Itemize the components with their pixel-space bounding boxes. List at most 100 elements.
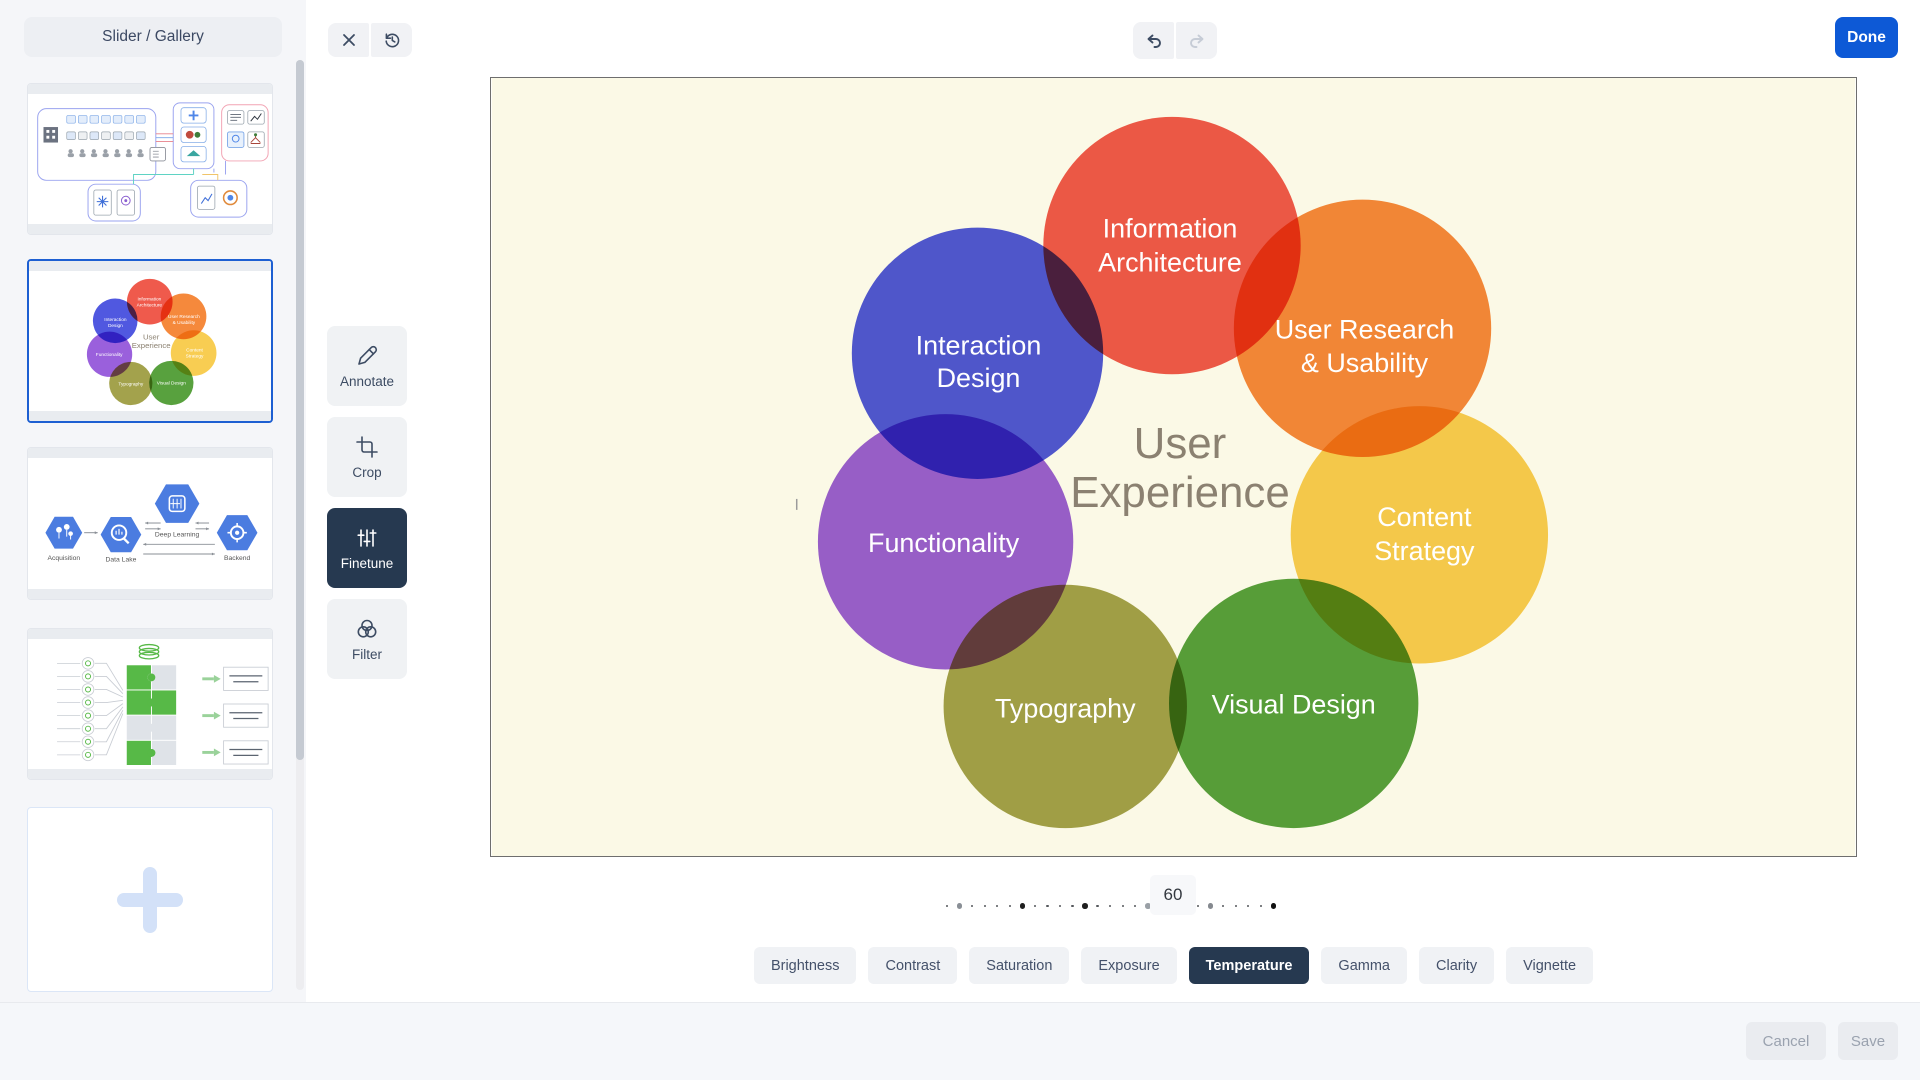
svg-text:User: User	[143, 332, 160, 341]
slider-tick	[996, 905, 998, 907]
slider-tick	[984, 905, 986, 907]
letterbox-strip	[28, 84, 272, 94]
slider-tick	[1096, 905, 1098, 907]
svg-text:Interaction: Interaction	[916, 330, 1042, 360]
finetune-option-brightness[interactable]: Brightness	[754, 947, 857, 984]
svg-text:Visual Design: Visual Design	[1212, 689, 1376, 719]
svg-text:Data Lake: Data Lake	[106, 557, 137, 564]
slider-tick	[1134, 905, 1136, 907]
thumbnail-architecture-diagram[interactable]	[27, 83, 273, 235]
slider-tick	[1020, 903, 1026, 909]
redo-icon	[1187, 31, 1207, 51]
slider-tick	[1046, 905, 1048, 907]
svg-text:Content: Content	[1377, 502, 1472, 532]
sidebar-scrollbar[interactable]	[296, 60, 304, 990]
svg-text:Design: Design	[108, 323, 123, 329]
slider-tick	[1109, 905, 1111, 907]
plus-icon	[117, 867, 183, 933]
svg-text:Functionality: Functionality	[96, 352, 123, 358]
svg-text:& Usability: & Usability	[1301, 348, 1429, 378]
svg-text:Typography: Typography	[995, 693, 1136, 723]
edited-image-canvas: Information Architecture User Research & Us…	[490, 77, 1857, 857]
finetune-options: Brightness Contrast Saturation Exposure Temp…	[490, 947, 1857, 984]
hexagon-flow-preview: Acquisition Data Lake Deep Learning Backend	[28, 458, 272, 589]
svg-text:Deep Learning: Deep Learning	[155, 532, 200, 539]
tool-filter-button[interactable]: Filter	[327, 599, 407, 679]
letterbox-strip	[28, 448, 272, 458]
done-button[interactable]: Done	[1835, 17, 1898, 58]
svg-text:User: User	[1134, 419, 1227, 468]
save-button[interactable]: Save	[1838, 1022, 1898, 1060]
tool-finetune-button[interactable]: Finetune	[327, 508, 407, 588]
svg-text:Interaction: Interaction	[104, 317, 127, 323]
puzzle-diagram-preview	[28, 639, 272, 769]
thumbnail-add-slide[interactable]	[27, 807, 273, 992]
letterbox-strip	[28, 629, 272, 639]
slider-tick	[1034, 905, 1036, 907]
thumbnail-ux-venn-diagram[interactable]: InformationArchitectureUser Research& Us…	[27, 259, 273, 423]
svg-text:Acquisition: Acquisition	[47, 555, 80, 562]
sliders-icon	[355, 526, 379, 550]
redo-button[interactable]	[1176, 22, 1217, 59]
finetune-option-vignette[interactable]: Vignette	[1506, 947, 1593, 984]
svg-text:Architecture: Architecture	[1098, 248, 1242, 278]
close-button[interactable]	[328, 23, 369, 57]
slider-tick	[957, 903, 963, 909]
slider-tick	[1222, 905, 1224, 907]
sidebar-title: Slider / Gallery	[24, 17, 282, 57]
letterbox-strip	[28, 224, 272, 234]
pencil-icon	[355, 344, 379, 368]
slider-tick	[1235, 905, 1237, 907]
finetune-option-contrast[interactable]: Contrast	[868, 947, 957, 984]
svg-text:& Usability: & Usability	[173, 320, 196, 326]
history-icon	[383, 31, 401, 49]
letterbox-strip	[29, 261, 271, 271]
slider-tick	[1208, 903, 1214, 909]
add-slide-area	[28, 808, 272, 991]
architecture-diagram-preview	[28, 94, 272, 224]
slider-tick	[1059, 905, 1061, 907]
tool-label: Annotate	[340, 374, 394, 389]
tool-crop-button[interactable]: Crop	[327, 417, 407, 497]
finetune-option-gamma[interactable]: Gamma	[1321, 947, 1407, 984]
slider-tick	[1082, 903, 1088, 909]
tool-annotate-button[interactable]: Annotate	[327, 326, 407, 406]
thumbnail-puzzle-diagram[interactable]	[27, 628, 273, 780]
filter-circles-icon	[355, 617, 379, 641]
undo-button[interactable]	[1133, 22, 1174, 59]
tool-label: Crop	[352, 465, 381, 480]
finetune-option-temperature[interactable]: Temperature	[1189, 947, 1310, 984]
finetune-option-clarity[interactable]: Clarity	[1419, 947, 1494, 984]
letterbox-strip	[28, 589, 272, 599]
undo-icon	[1144, 31, 1164, 51]
close-icon	[341, 32, 357, 48]
image-editor: Slider / Gallery Information Architecture…	[0, 0, 1920, 1080]
svg-text:Visual Design: Visual Design	[157, 381, 186, 387]
slider-tick	[946, 905, 948, 907]
scrollbar-thumb[interactable]	[296, 60, 304, 760]
svg-text:Information: Information	[137, 296, 161, 302]
slider-tick	[1247, 905, 1249, 907]
ux-venn-diagram-image: Information Architecture User Research & Us…	[491, 78, 1856, 856]
slider-tick	[1197, 905, 1199, 907]
svg-text:Strategy: Strategy	[186, 353, 204, 359]
ux-venn-diagram-preview: InformationArchitectureUser Research& Us…	[29, 271, 271, 411]
svg-text:Strategy: Strategy	[1374, 536, 1475, 566]
svg-text:Backend: Backend	[224, 555, 251, 562]
letterbox-strip	[29, 411, 271, 421]
slider-value: 60	[1150, 875, 1196, 915]
slider-tick	[1271, 903, 1277, 909]
tool-label: Finetune	[341, 556, 394, 571]
reset-history-button[interactable]	[371, 23, 412, 57]
slider-tick	[1009, 905, 1011, 907]
slider-tick	[1122, 905, 1124, 907]
svg-text:Information: Information	[1103, 214, 1238, 244]
finetune-option-saturation[interactable]: Saturation	[969, 947, 1069, 984]
finetune-option-exposure[interactable]: Exposure	[1081, 947, 1176, 984]
svg-text:User Research: User Research	[1275, 314, 1455, 344]
thumbnail-hexagon-flow[interactable]: Acquisition Data Lake Deep Learning Backend	[27, 447, 273, 600]
temperature-slider[interactable]: 60	[930, 870, 1300, 922]
tool-label: Filter	[352, 647, 382, 662]
cancel-button[interactable]: Cancel	[1746, 1022, 1826, 1060]
footer-bar: Cancel Save	[0, 1002, 1920, 1080]
